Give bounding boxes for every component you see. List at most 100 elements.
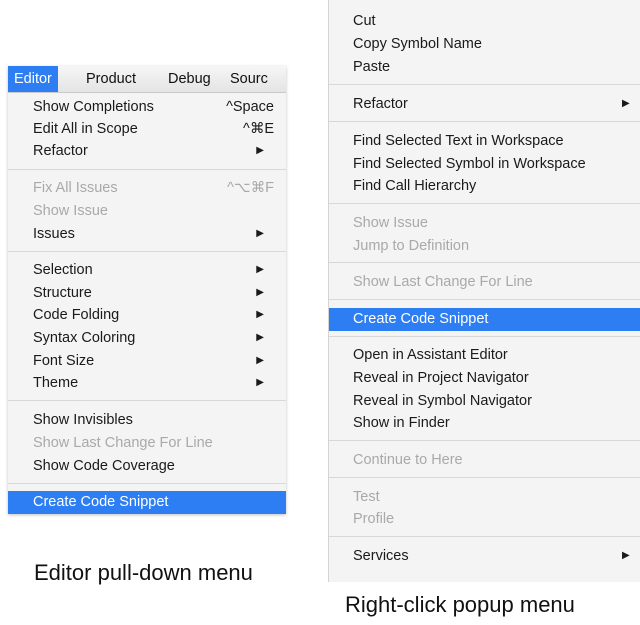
menu-item-find-call-hierarchy[interactable]: Find Call Hierarchy: [329, 175, 640, 197]
menu-item-label: Paste: [353, 59, 391, 75]
menu-item-label: Show Issue: [33, 203, 108, 219]
menu-separator: [329, 203, 640, 204]
menu-separator: [329, 84, 640, 85]
menu-item-fix-all-issues: Fix All Issues ^⌥⌘F: [8, 177, 286, 199]
menu-separator: [8, 400, 286, 401]
menu-item-profile: Profile: [329, 508, 640, 530]
right-click-popup-menu: Cut Copy Symbol Name Paste Refactor ▶ Fi…: [328, 0, 640, 582]
menu-item-label: Jump to Definition: [353, 238, 470, 254]
menu-item-label: Syntax Coloring: [33, 330, 136, 346]
menu-separator: [329, 536, 640, 537]
menu-item-code-folding[interactable]: Code Folding ▶: [8, 304, 286, 326]
submenu-arrow-icon: ▶: [622, 550, 630, 561]
menubar-editor[interactable]: Editor: [8, 66, 58, 92]
menu-bar: Editor Product Debug Sourc: [8, 66, 286, 93]
menu-item-label: Reveal in Symbol Navigator: [353, 393, 532, 409]
menu-item-refactor[interactable]: Refactor ▶: [8, 140, 286, 162]
menu-item-jump-to-definition: Jump to Definition: [329, 235, 640, 257]
menu-separator: [329, 477, 640, 478]
menu-item-label: Theme: [33, 375, 79, 391]
menu-separator: [329, 299, 640, 300]
menu-item-label: Copy Symbol Name: [353, 36, 482, 52]
menu-item-label: Fix All Issues: [33, 180, 118, 196]
menu-separator: [8, 483, 286, 484]
submenu-arrow-icon: ▶: [622, 98, 630, 109]
menu-separator: [8, 251, 286, 252]
menu-item-syntax-coloring[interactable]: Syntax Coloring ▶: [8, 327, 286, 349]
menu-item-show-in-finder[interactable]: Show in Finder: [329, 412, 640, 434]
menu-item-label: Show Issue: [353, 215, 428, 231]
menu-item-label: Show Code Coverage: [33, 458, 175, 474]
menu-item-reveal-in-symbol-navigator[interactable]: Reveal in Symbol Navigator: [329, 390, 640, 412]
menu-item-label: Show Invisibles: [33, 412, 133, 428]
menu-item-label: Show in Finder: [353, 415, 450, 431]
submenu-arrow-icon: ▶: [256, 355, 264, 366]
caption-editor-pulldown: Editor pull-down menu: [34, 560, 253, 585]
menu-item-shortcut: ^Space: [226, 99, 274, 115]
menu-item-cut[interactable]: Cut: [329, 10, 640, 32]
menu-item-label: Show Last Change For Line: [33, 435, 213, 451]
menu-separator: [329, 336, 640, 337]
menu-item-structure[interactable]: Structure ▶: [8, 282, 286, 304]
menu-item-open-in-assistant-editor[interactable]: Open in Assistant Editor: [329, 344, 640, 366]
menu-item-label: Font Size: [33, 353, 95, 369]
caption-right-click-popup: Right-click popup menu: [345, 592, 575, 617]
menubar-source[interactable]: Sourc: [224, 66, 274, 92]
menu-item-continue-to-here: Continue to Here: [329, 449, 640, 471]
submenu-arrow-icon: ▶: [256, 309, 264, 320]
menu-item-show-last-change: Show Last Change For Line: [8, 432, 286, 454]
menubar-product[interactable]: Product: [80, 66, 142, 92]
menu-item-find-selected-text[interactable]: Find Selected Text in Workspace: [329, 130, 640, 152]
menu-item-label: Reveal in Project Navigator: [353, 370, 529, 386]
menu-item-find-selected-symbol[interactable]: Find Selected Symbol in Workspace: [329, 153, 640, 175]
menu-item-label: Create Code Snippet: [33, 494, 169, 510]
submenu-arrow-icon: ▶: [256, 377, 264, 388]
menu-item-reveal-in-project-navigator[interactable]: Reveal in Project Navigator: [329, 367, 640, 389]
menu-separator: [8, 169, 286, 170]
menu-item-copy-symbol-name[interactable]: Copy Symbol Name: [329, 33, 640, 55]
menu-item-refactor[interactable]: Refactor ▶: [329, 93, 640, 115]
menu-item-show-code-coverage[interactable]: Show Code Coverage: [8, 455, 286, 477]
menu-item-show-issue: Show Issue: [8, 200, 286, 222]
menu-separator: [329, 121, 640, 122]
menu-item-selection[interactable]: Selection ▶: [8, 259, 286, 281]
submenu-arrow-icon: ▶: [256, 145, 264, 156]
menu-item-label: Find Selected Symbol in Workspace: [353, 156, 586, 172]
menu-item-label: Profile: [353, 511, 395, 527]
menu-item-paste[interactable]: Paste: [329, 56, 640, 78]
submenu-arrow-icon: ▶: [256, 332, 264, 343]
menu-item-label: Show Completions: [33, 99, 154, 115]
menu-item-label: Show Last Change For Line: [353, 274, 533, 290]
menu-item-font-size[interactable]: Font Size ▶: [8, 350, 286, 372]
menubar-debug[interactable]: Debug: [162, 66, 217, 92]
menu-item-theme[interactable]: Theme ▶: [8, 372, 286, 394]
menu-item-label: Code Folding: [33, 307, 120, 323]
menu-item-label: Edit All in Scope: [33, 121, 138, 137]
menu-separator: [329, 440, 640, 441]
menu-item-label: Refactor: [33, 143, 88, 159]
editor-pulldown-menu: Editor Product Debug Sourc Show Completi…: [8, 66, 286, 514]
menu-item-show-issue: Show Issue: [329, 212, 640, 234]
menu-item-label: Open in Assistant Editor: [353, 347, 508, 363]
menu-separator: [329, 262, 640, 263]
submenu-arrow-icon: ▶: [256, 264, 264, 275]
menu-item-label: Cut: [353, 13, 376, 29]
menu-item-create-code-snippet[interactable]: Create Code Snippet: [8, 491, 286, 514]
menu-item-label: Find Selected Text in Workspace: [353, 133, 564, 149]
menu-item-label: Create Code Snippet: [353, 311, 489, 327]
menu-item-shortcut: ^⌘E: [243, 121, 274, 137]
menu-item-test: Test: [329, 486, 640, 508]
menu-item-edit-all-in-scope[interactable]: Edit All in Scope ^⌘E: [8, 118, 286, 140]
menu-item-show-completions[interactable]: Show Completions ^Space: [8, 96, 286, 118]
menu-item-label: Structure: [33, 285, 92, 301]
menu-item-create-code-snippet[interactable]: Create Code Snippet: [329, 308, 640, 331]
menu-item-show-invisibles[interactable]: Show Invisibles: [8, 409, 286, 431]
menu-item-services[interactable]: Services ▶: [329, 545, 640, 567]
menu-item-label: Test: [353, 489, 380, 505]
submenu-arrow-icon: ▶: [256, 228, 264, 239]
menu-item-issues[interactable]: Issues ▶: [8, 223, 286, 245]
menu-item-label: Selection: [33, 262, 93, 278]
menu-item-label: Refactor: [353, 96, 408, 112]
submenu-arrow-icon: ▶: [256, 287, 264, 298]
menu-item-label: Find Call Hierarchy: [353, 178, 477, 194]
